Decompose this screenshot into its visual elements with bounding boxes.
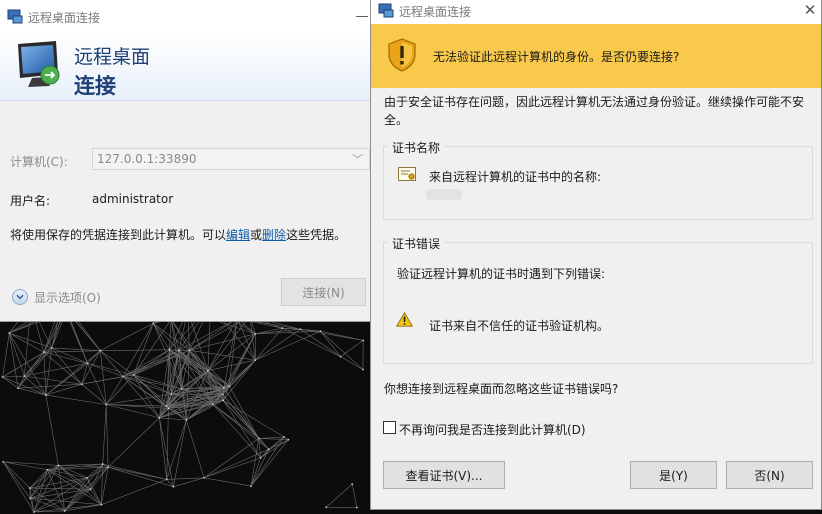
dropdown-arrow-icon[interactable]: ﹀ xyxy=(352,151,363,167)
rdp-main-window: 远程桌面连接 — 远程桌面 连接 计算机(C): 127.0.0.1:33890… xyxy=(0,0,372,322)
rdp-app-icon xyxy=(7,9,23,24)
warning-triangle-icon xyxy=(396,312,413,327)
show-options-label: 显示选项(O) xyxy=(34,291,101,305)
computer-combobox[interactable]: 127.0.0.1:33890 ﹀ xyxy=(92,148,370,170)
cert-name-text: 来自远程计算机的证书中的名称: xyxy=(429,170,602,184)
username-label: 用户名: xyxy=(10,194,51,208)
computer-label: 计算机(C): xyxy=(10,155,68,169)
saved-credentials-text: 将使用保存的凭据连接到此计算机。可以编辑或删除这些凭据。 xyxy=(10,226,346,243)
rdp-window-title: 远程桌面连接 xyxy=(28,11,101,25)
dialog-title: 远程桌面连接 xyxy=(399,5,472,19)
no-button[interactable]: 否(N) xyxy=(726,461,813,489)
redacted-cert-name xyxy=(426,189,462,200)
banner-title-line1: 远程桌面 xyxy=(74,46,151,68)
certificate-warning-dialog: 远程桌面连接 ✕ 无法验证此远程计算机的身份。是否仍要连接? 由于安全证书存在问… xyxy=(370,0,822,510)
dont-ask-label[interactable]: 不再询问我是否连接到此计算机(D) xyxy=(399,421,586,438)
cert-name-group: 证书名称 来自远程计算机的证书中的名称: xyxy=(383,139,813,220)
banner-title-line2: 连接 xyxy=(74,74,116,98)
rdp-banner: 远程桌面 连接 xyxy=(0,33,372,101)
rdp-app-icon xyxy=(378,3,394,18)
warning-banner: 无法验证此远程计算机的身份。是否仍要连接? xyxy=(371,24,821,88)
warning-text: 无法验证此远程计算机的身份。是否仍要连接? xyxy=(433,50,680,64)
cert-errors-intro: 验证远程计算机的证书时遇到下列错误: xyxy=(397,267,606,281)
security-shield-icon xyxy=(388,38,416,72)
computer-value: 127.0.0.1:33890 xyxy=(97,152,197,166)
minimize-button[interactable]: — xyxy=(352,8,372,26)
dialog-titlebar: 远程桌面连接 ✕ xyxy=(371,0,821,24)
cert-error-item: 证书来自不信任的证书验证机构。 xyxy=(429,319,610,333)
or-text: 或 xyxy=(250,228,263,242)
rdp-titlebar: 远程桌面连接 — xyxy=(0,0,372,33)
saved-credentials-prefix: 将使用保存的凭据连接到此计算机。可以 xyxy=(10,228,227,242)
edit-credentials-link[interactable]: 编辑 xyxy=(226,228,250,242)
connect-button[interactable]: 连接(N) xyxy=(281,278,366,306)
rdp-monitor-icon xyxy=(18,41,60,87)
yes-button[interactable]: 是(Y) xyxy=(630,461,717,489)
cert-errors-group-label: 证书错误 xyxy=(388,235,445,252)
view-certificate-button[interactable]: 查看证书(V)... xyxy=(383,461,505,489)
delete-credentials-link[interactable]: 删除 xyxy=(262,228,286,242)
close-icon[interactable]: ✕ xyxy=(799,0,821,20)
body-text: 由于安全证书存在问题，因此远程计算机无法通过身份验证。继续操作可能不安全。 xyxy=(384,95,805,127)
saved-credentials-suffix: 这些凭据。 xyxy=(286,228,347,242)
username-value: administrator xyxy=(92,192,174,206)
cert-errors-group: 证书错误 验证远程计算机的证书时遇到下列错误: 证书来自不信任的证书验证机构。 xyxy=(383,235,813,364)
certificate-icon xyxy=(398,167,416,181)
dont-ask-checkbox[interactable] xyxy=(383,421,396,434)
cert-name-group-label: 证书名称 xyxy=(388,139,445,156)
expand-options-icon[interactable] xyxy=(12,289,28,305)
connect-question: 你想连接到远程桌面而忽略这些证书错误吗? xyxy=(384,382,619,396)
